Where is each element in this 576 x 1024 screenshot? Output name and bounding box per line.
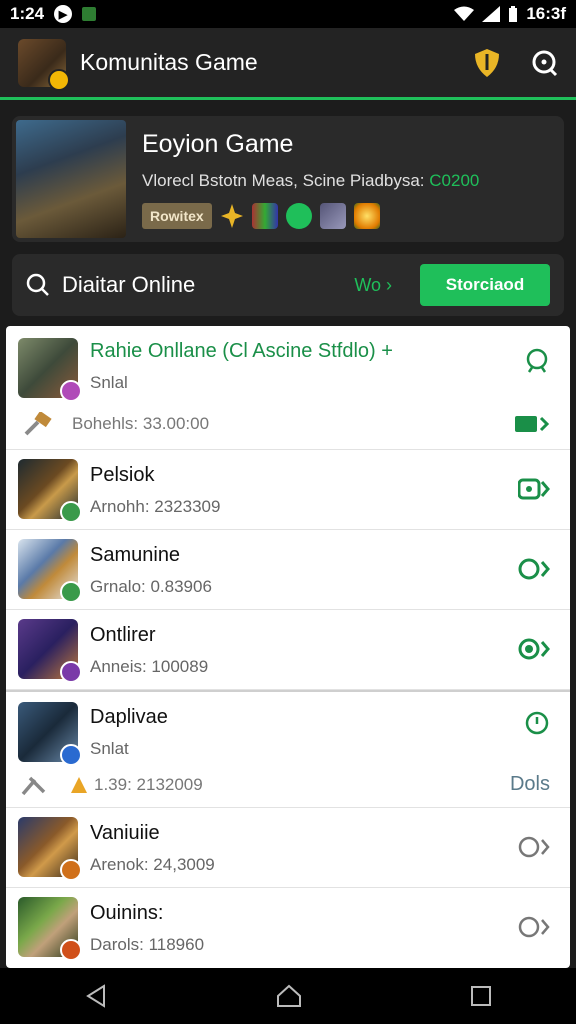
status-clock: 16:3f [526,4,566,23]
item-icon [251,203,278,229]
check-icon [285,203,312,229]
game-thumbnail [18,619,82,683]
download-button[interactable]: Storciaod [420,264,550,306]
star-icon [220,204,243,228]
search-icon [26,273,49,296]
game-detail-text: Bohehls: 33.00:00 [72,414,210,434]
more-link[interactable]: Wo › [354,275,392,296]
game-name: Samunine [90,544,181,566]
game-name: Vaniuiie [90,822,160,844]
list-item[interactable]: Rahie Onllane (Cl Ascine Stfdlo) + Snlal… [6,326,570,450]
game-status: Snlat [90,739,129,758]
list-item[interactable]: Pelsiok Arnohh: 2323309 [6,450,570,530]
tools-icon [21,776,46,795]
status-bar: 1:24 ▶ 16:3f [0,0,576,28]
game-status: Snlal [90,373,128,392]
notification-icon [82,7,97,21]
game-detail: Anneis: 100089 [90,657,209,676]
weapon-icon [319,203,346,229]
search-label: Diaitar Online [62,272,196,297]
search-icon[interactable] [530,49,558,77]
status-time: 1:24 [10,4,45,23]
ticket-arrow-icon[interactable] [518,477,550,501]
game-badge-icon [60,581,82,603]
toggle-arrow-icon[interactable] [518,915,550,939]
app-bar: Komunitas Game [0,28,576,100]
game-badge-icon [60,939,82,961]
game-name: Daplivae [90,706,168,728]
signal-icon [482,6,501,22]
list-item-detail: 1.39: 2132009 Dols [6,762,570,807]
featured-game-image [16,120,126,238]
home-icon[interactable] [276,984,302,1008]
game-detail-text: 1.39: 2132009 [94,774,203,794]
app-notification-icon: ▶ [54,5,73,23]
game-badge-icon [60,661,82,683]
timer-icon[interactable] [524,710,550,736]
featured-game-subtitle: Vlorecl Bstotn Meas, Scine Piadbysa: C02… [142,171,480,190]
featured-game-price: C0200 [429,171,480,190]
back-icon[interactable] [84,984,108,1008]
game-badge-icon [60,380,82,402]
burst-icon [353,203,380,229]
online-search-bar[interactable]: Diaitar Online Wo › Storciaod [12,254,564,316]
system-nav-bar [0,968,576,1024]
toggle-arrow-icon[interactable] [518,835,550,859]
hammer-icon [24,412,52,436]
featured-game-card[interactable]: Eoyion Game Vlorecl Bstotn Meas, Scine P… [12,116,564,242]
wifi-icon [454,6,475,21]
recents-icon[interactable] [470,985,492,1007]
game-thumbnail [18,539,82,603]
game-list: Rahie Onllane (Cl Ascine Stfdlo) + Snlal… [6,326,570,968]
warning-icon [71,776,87,793]
game-thumbnail [18,459,82,523]
list-item[interactable]: Ontlirer Anneis: 100089 [6,610,570,690]
game-thumbnail [18,897,82,961]
game-detail: Grnalo: 0.83906 [90,577,212,596]
list-item[interactable]: Vaniuiie Arenok: 24,3009 [6,808,570,888]
list-item[interactable]: Daplivae Snlat 1.39: 2132009 Dols [6,690,570,808]
game-name: Rahie Onllane (Cl Ascine Stfdlo) + [90,340,393,362]
game-name: Pelsiok [90,464,155,486]
ticket-arrow-icon[interactable] [514,414,550,434]
list-item-detail: Bohehls: 33.00:00 [6,399,570,449]
game-badge-icon [60,859,82,881]
details-link[interactable]: Dols [510,773,550,796]
app-title: Komunitas Game [80,49,258,75]
game-thumbnail [18,702,82,766]
game-thumbnail [18,817,82,881]
game-detail: Arnohh: 2323309 [90,497,221,516]
game-detail: Darols: 118960 [90,935,205,954]
game-name: Ontlirer [90,624,156,646]
game-detail: Arenok: 24,3009 [90,855,215,874]
battery-icon [509,6,518,22]
toggle-arrow-icon[interactable] [518,637,550,661]
game-thumbnail [18,338,82,402]
list-item[interactable]: Samunine Grnalo: 0.83906 [6,530,570,610]
game-badge-icon [60,501,82,523]
game-name: Ouinins: [90,902,164,924]
shield-icon[interactable] [474,48,500,78]
game-badge-icon [60,744,82,766]
featured-game-title: Eoyion Game [142,130,294,158]
toggle-arrow-icon[interactable] [518,557,550,581]
list-item[interactable]: Ouinins: Darols: 118960 [6,888,570,968]
search-icon[interactable] [524,348,550,374]
featured-game-badge[interactable]: Rowitex [142,203,212,229]
app-avatar[interactable] [18,38,70,91]
